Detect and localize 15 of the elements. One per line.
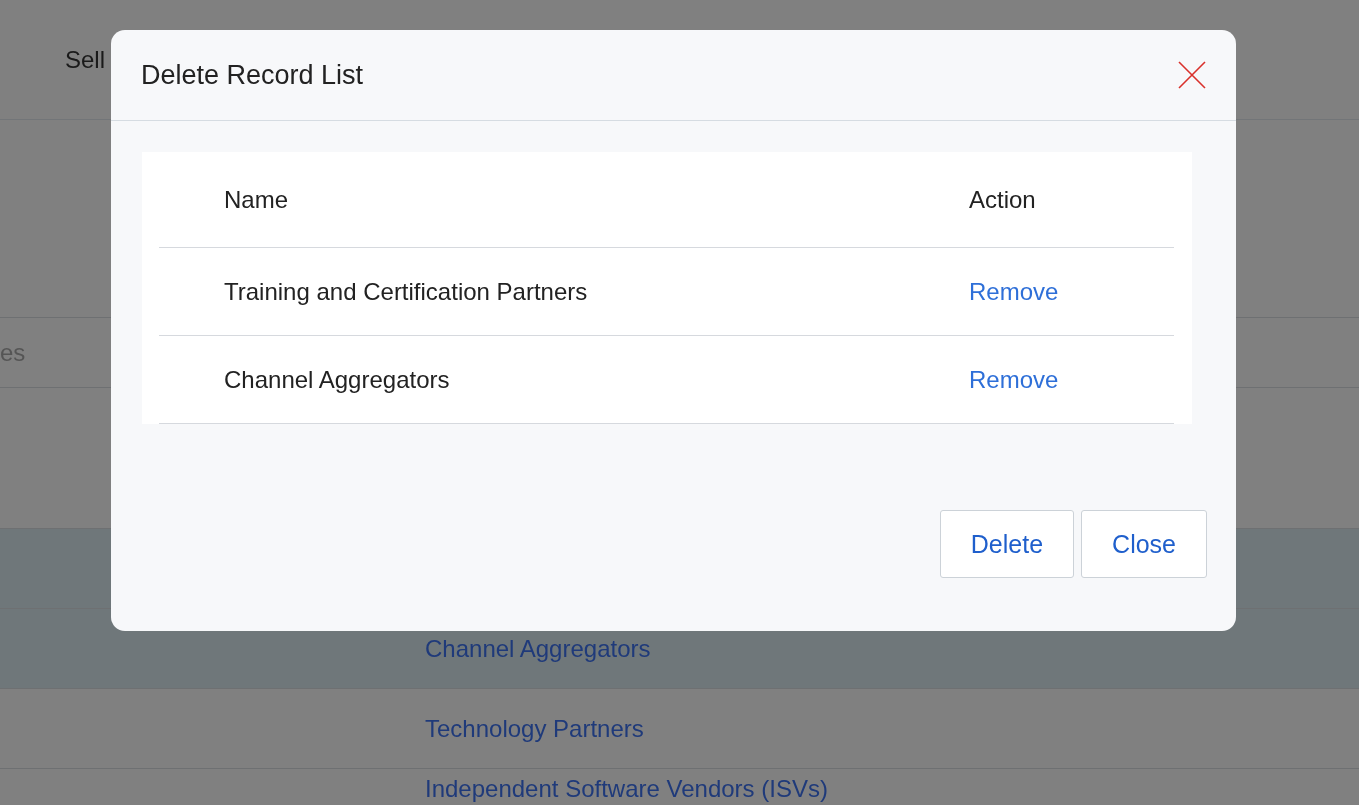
table-row[interactable]: Independent Software Vendors (ISVs): [0, 768, 1359, 803]
table-cell-text: Training and Certification Partners: [223, 277, 589, 306]
close-button[interactable]: Close: [1081, 510, 1207, 578]
column-header: Name: [223, 185, 290, 214]
table-cell-text: Channel Aggregators: [223, 365, 451, 394]
close-icon[interactable]: [1177, 60, 1207, 90]
record-link[interactable]: Independent Software Vendors (ISVs): [425, 775, 828, 803]
dialog-title: Delete Record List: [141, 59, 364, 91]
page-heading: Sell: [65, 45, 106, 74]
remove-link[interactable]: Remove: [969, 365, 1059, 393]
column-header: Action: [969, 185, 1037, 214]
record-link[interactable]: Channel Aggregators: [425, 634, 651, 663]
record-link[interactable]: Technology Partners: [425, 714, 644, 743]
delete-button[interactable]: Delete: [939, 510, 1075, 578]
remove-link[interactable]: Remove: [969, 277, 1059, 305]
